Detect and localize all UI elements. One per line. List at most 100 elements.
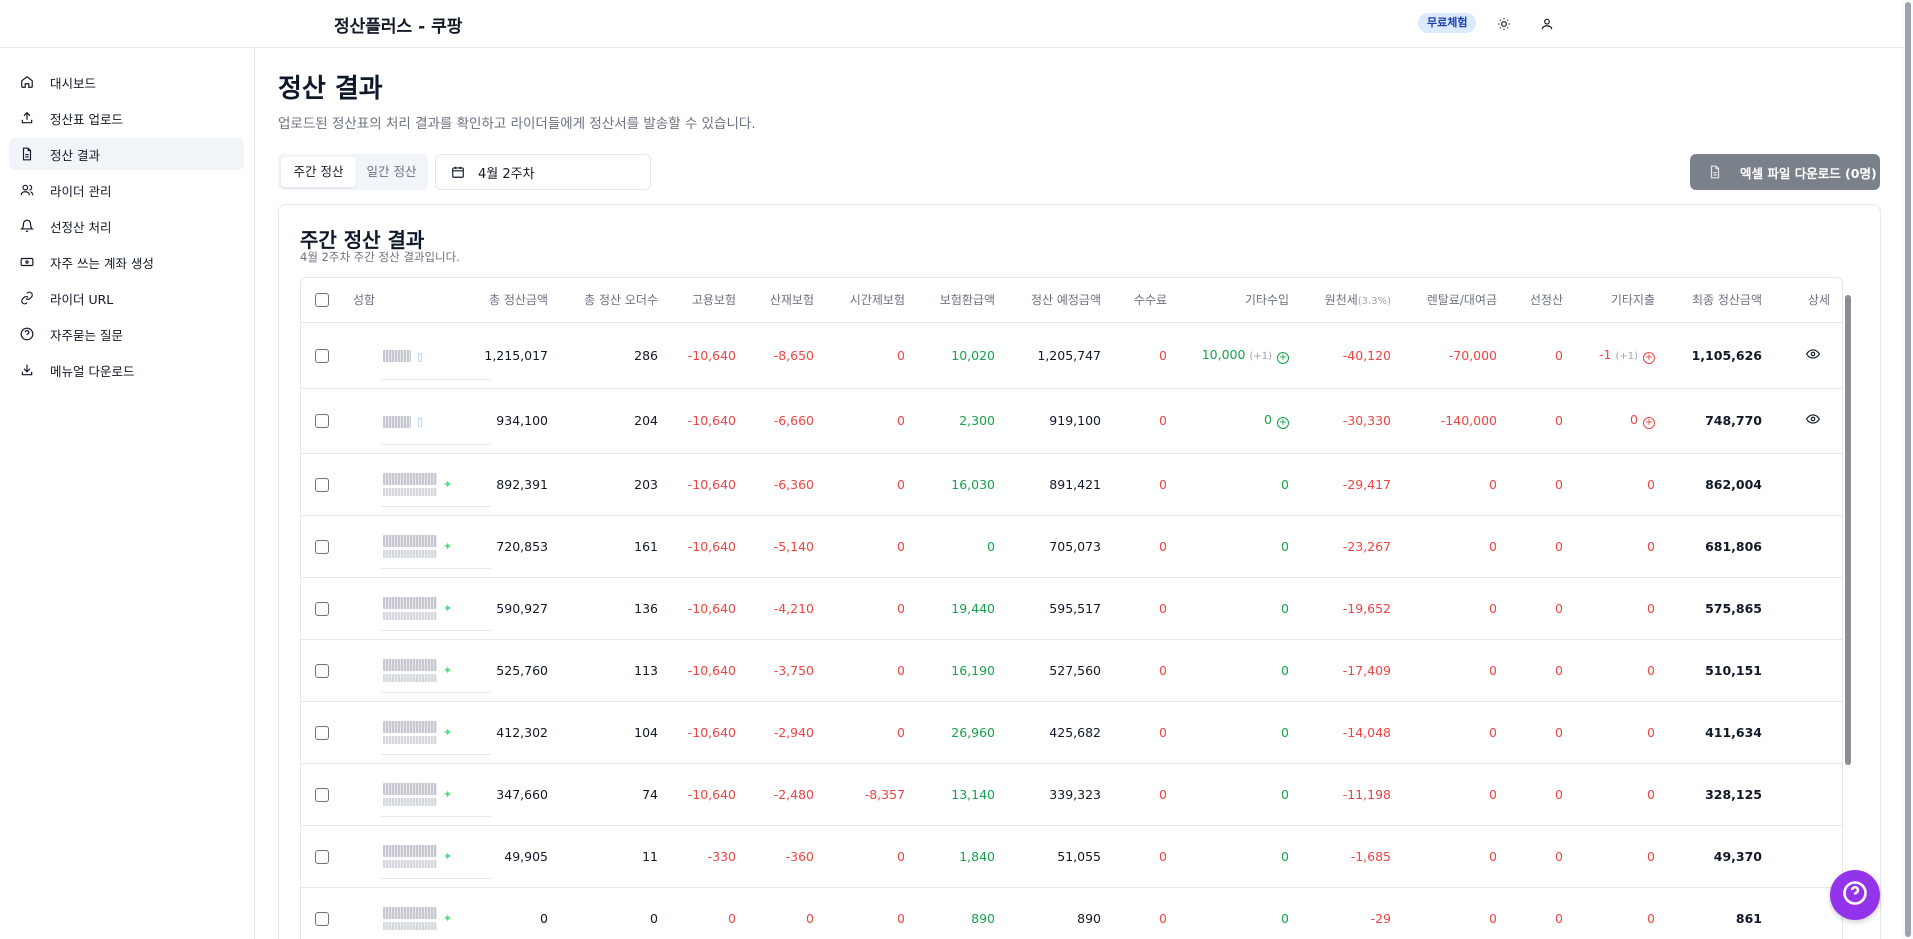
blurred-name — [383, 658, 437, 671]
sidebar-item-dashboard[interactable]: 대시보드 — [9, 66, 244, 98]
row-checkbox[interactable] — [315, 414, 329, 429]
sidebar-item-label: 메뉴얼 다운로드 — [50, 363, 135, 379]
document-tag-icon: ▯ — [417, 349, 424, 363]
col-employment-insurance: 고용보험 — [666, 278, 744, 323]
sidebar-item-results[interactable]: 정산 결과 — [9, 138, 244, 170]
calendar-icon — [451, 165, 465, 179]
user-profile-icon[interactable] — [1535, 12, 1559, 36]
link-icon — [19, 290, 35, 306]
col-total-orders: 총 정산 오더수 — [556, 278, 666, 323]
top-header: 정산플러스 - 쿠팡 무료체험 — [0, 0, 1913, 48]
sidebar-item-advance[interactable]: 선정산 처리 — [9, 210, 244, 242]
page-scrollbar[interactable] — [1903, 0, 1913, 939]
add-income-icon[interactable]: + — [1277, 351, 1289, 364]
sidebar-item-label: 자주묻는 질문 — [50, 327, 123, 343]
col-insurance-refund: 보험환급액 — [913, 278, 1003, 323]
sidebar-item-faq[interactable]: 자주묻는 질문 — [9, 318, 244, 350]
rider-name: ✦ — [341, 577, 491, 640]
sidebar-item-upload[interactable]: 정산표 업로드 — [9, 102, 244, 134]
rider-name: ▯ — [341, 322, 491, 389]
sidebar-item-manual[interactable]: 메뉴얼 다운로드 — [9, 354, 244, 386]
eye-icon[interactable] — [1806, 347, 1820, 361]
trial-badge[interactable]: 무료체험 — [1418, 13, 1477, 33]
document-tag-icon: ▯ — [417, 415, 424, 428]
sidebar-item-riders[interactable]: 라이더 관리 — [9, 174, 244, 206]
sparkle-icon: ✦ — [443, 725, 453, 739]
bank-icon — [19, 254, 35, 270]
sparkle-icon: ✦ — [443, 849, 453, 863]
rider-name: ✦ — [341, 825, 491, 888]
col-detail: 상세 — [1770, 278, 1842, 323]
sparkle-icon: ✦ — [443, 601, 453, 615]
row-checkbox[interactable] — [315, 725, 329, 740]
week-select[interactable]: 4월 2주차 — [435, 154, 651, 190]
blurred-name — [383, 596, 437, 609]
tab-daily[interactable]: 일간 정산 — [358, 157, 425, 187]
upload-icon — [19, 110, 35, 126]
add-expense-icon[interactable]: + — [1643, 417, 1655, 429]
tab-weekly[interactable]: 주간 정산 — [281, 157, 356, 187]
row-checkbox[interactable] — [315, 477, 329, 492]
row-checkbox[interactable] — [315, 663, 329, 678]
row-checkbox[interactable] — [315, 849, 329, 864]
sidebar-item-rider-url[interactable]: 라이더 URL — [9, 282, 244, 314]
table-row: ▯ 1,215,017 286 -10,640 -8,650 0 10,020 … — [301, 322, 1842, 389]
table-row: ✦ 892,391 203 -10,640 -6,360 0 16,030 89… — [301, 453, 1842, 516]
col-advance: 선정산 — [1505, 278, 1571, 323]
question-chat-icon — [1841, 879, 1869, 911]
col-fee: 수수료 — [1109, 278, 1175, 323]
blurred-name — [383, 350, 411, 362]
sidebar-item-label: 정산표 업로드 — [50, 111, 123, 127]
page-description: 업로드된 정산표의 처리 결과를 확인하고 라이더들에게 정산서를 발송할 수 … — [278, 116, 756, 132]
table-scrollbar[interactable] — [1844, 285, 1852, 939]
excel-download-button[interactable]: 엑셀 파일 다운로드 (0명) — [1690, 154, 1880, 190]
week-select-value: 4월 2주차 — [478, 166, 535, 182]
rider-name: ✦ — [341, 763, 491, 826]
rider-name: ✦ — [341, 701, 491, 764]
blurred-name — [383, 720, 437, 733]
results-table: 성함 총 정산금액 총 정산 오더수 고용보험 산재보험 시간제보험 보험환급액… — [301, 278, 1842, 939]
sparkle-icon: ✦ — [443, 477, 453, 491]
theme-toggle-sun-icon[interactable] — [1492, 12, 1516, 36]
rider-name: ✦ — [341, 515, 491, 578]
blurred-name — [383, 782, 437, 795]
table-scrollbar-thumb[interactable] — [1845, 295, 1851, 765]
page-title: 정산 결과 — [278, 74, 383, 104]
add-income-icon[interactable]: + — [1277, 417, 1289, 429]
file-icon — [19, 146, 35, 162]
col-other-expense: 기타지출 — [1571, 278, 1663, 323]
row-checkbox[interactable] — [315, 348, 329, 363]
file-icon — [1708, 165, 1722, 179]
card-subtitle: 4월 2주차 주간 정산 결과입니다. — [300, 250, 460, 264]
col-total-amount: 총 정산금액 — [461, 278, 556, 323]
sidebar-item-accounts[interactable]: 자주 쓰는 계좌 생성 — [9, 246, 244, 278]
select-all-checkbox[interactable] — [315, 293, 329, 307]
row-checkbox[interactable] — [315, 539, 329, 554]
blurred-name — [383, 534, 437, 547]
add-expense-icon[interactable]: + — [1643, 351, 1655, 364]
col-rental: 렌탈료/대여금 — [1399, 278, 1505, 323]
help-chat-button[interactable] — [1830, 870, 1880, 920]
table-row: ✦ 412,302 104 -10,640 -2,940 0 26,960 42… — [301, 701, 1842, 764]
bell-icon — [19, 218, 35, 234]
users-icon — [19, 182, 35, 198]
settlement-period-toggle: 주간 정산 일간 정산 — [278, 154, 428, 190]
page-scrollbar-thumb[interactable] — [1905, 2, 1911, 937]
table-row: ▯ 934,100 204 -10,640 -6,660 0 2,300 919… — [301, 388, 1842, 454]
row-checkbox[interactable] — [315, 911, 329, 926]
rider-name: ▯ — [341, 388, 491, 454]
rider-name: ✦ — [341, 887, 461, 939]
blurred-name — [383, 415, 411, 428]
sidebar-item-label: 자주 쓰는 계좌 생성 — [50, 255, 154, 271]
sparkle-icon: ✦ — [443, 787, 453, 801]
excel-download-label: 엑셀 파일 다운로드 (0명) — [1740, 165, 1877, 181]
col-name: 성함 — [341, 278, 461, 323]
results-table-container: 성함 총 정산금액 총 정산 오더수 고용보험 산재보험 시간제보험 보험환급액… — [300, 277, 1843, 939]
home-icon — [19, 74, 35, 90]
row-checkbox[interactable] — [315, 787, 329, 802]
col-expected-amount: 정산 예정금액 — [1003, 278, 1109, 323]
sparkle-icon: ✦ — [443, 663, 453, 677]
row-checkbox[interactable] — [315, 601, 329, 616]
eye-icon[interactable] — [1806, 412, 1820, 426]
help-circle-icon — [19, 326, 35, 342]
